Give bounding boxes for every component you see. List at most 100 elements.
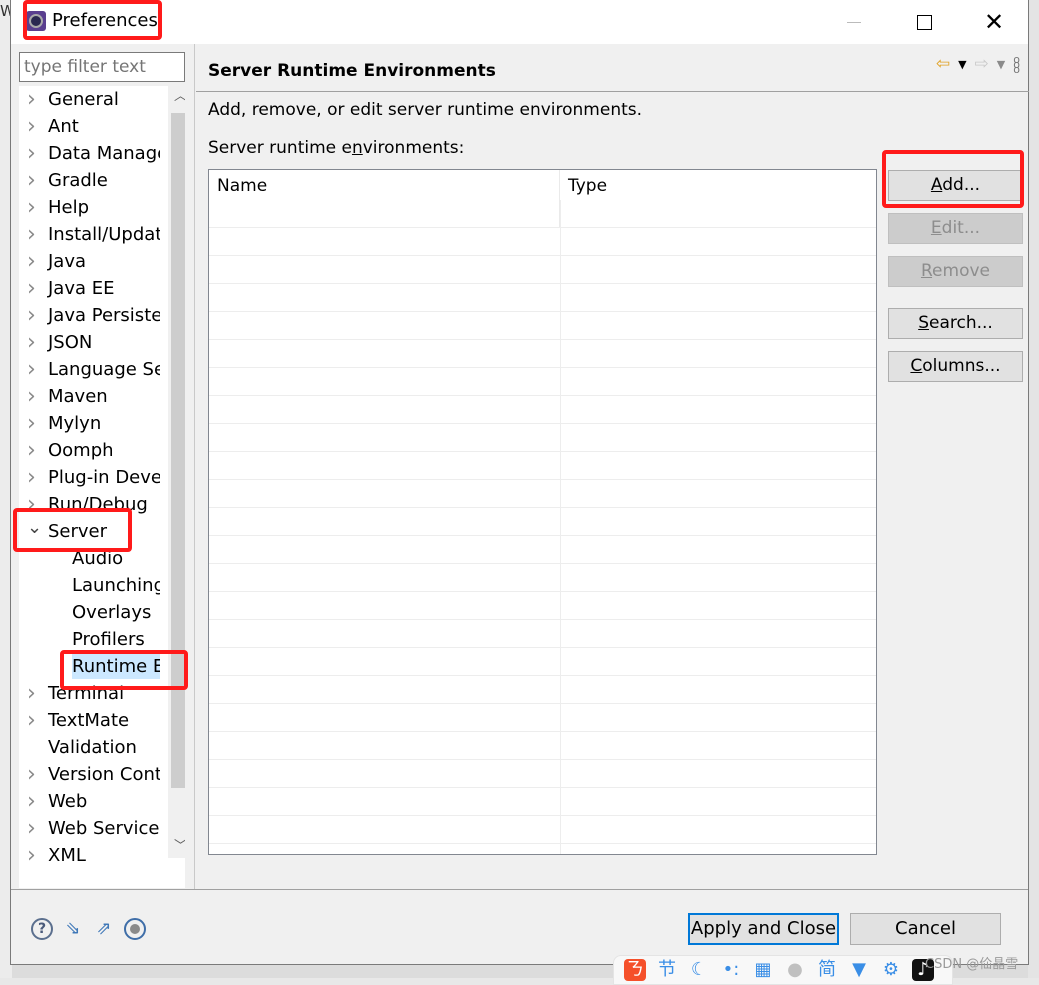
tree-item[interactable]: ›Mylyn xyxy=(19,410,160,437)
tree-item-label: Language Se xyxy=(48,357,160,382)
tree-item[interactable]: ›Web Services xyxy=(19,815,160,842)
button-mnemonic: R xyxy=(921,261,932,281)
forward-dropdown-icon[interactable]: ▼ xyxy=(997,58,1005,71)
tree-item-label: Terminal xyxy=(48,681,124,706)
remove-button[interactable]: Remove xyxy=(888,256,1023,287)
apply-and-close-button[interactable]: Apply and Close xyxy=(688,913,839,945)
forward-arrow-icon[interactable]: ⇨ xyxy=(975,54,989,74)
column-header-name[interactable]: Name xyxy=(209,170,560,228)
maximize-button[interactable] xyxy=(901,0,947,44)
tree-item-label: Data Manage xyxy=(48,141,160,166)
chevron-right-icon[interactable]: › xyxy=(27,491,41,518)
tree-item[interactable]: ›TextMate xyxy=(19,707,160,734)
record-preferences-icon[interactable] xyxy=(124,918,146,940)
minimize-icon xyxy=(847,22,861,23)
chevron-right-icon[interactable]: › xyxy=(27,356,41,383)
tree-item[interactable]: ›Oomph xyxy=(19,437,160,464)
button-label: dd... xyxy=(942,175,980,195)
tree-item[interactable]: ›XML xyxy=(19,842,160,869)
tree-item[interactable]: Overlays xyxy=(19,599,160,626)
tree-item-label: Install/Updat xyxy=(48,222,160,247)
minimize-button[interactable] xyxy=(831,0,877,44)
back-arrow-icon[interactable]: ⇦ xyxy=(936,54,950,74)
tree-item[interactable]: ›General xyxy=(19,86,160,113)
table-label-mnemonic: n xyxy=(352,138,363,158)
chevron-right-icon[interactable]: › xyxy=(27,113,41,140)
tree-item[interactable]: Launching xyxy=(19,572,160,599)
tree-item[interactable]: › Terminal xyxy=(19,680,160,707)
help-icon[interactable]: ? xyxy=(31,918,53,940)
tree-item[interactable]: ›Java Persister xyxy=(19,302,160,329)
scroll-down-icon[interactable]: ﹀ xyxy=(168,836,185,858)
close-button[interactable]: ✕ xyxy=(971,0,1017,44)
tree-item-label: Maven xyxy=(48,384,108,409)
table-row-divider xyxy=(209,787,876,788)
table-row-divider xyxy=(209,451,876,452)
scrollbar-thumb[interactable] xyxy=(171,113,185,788)
chevron-right-icon[interactable]: › xyxy=(27,815,41,842)
scroll-up-icon[interactable]: ︿ xyxy=(168,86,185,108)
chevron-right-icon[interactable]: › xyxy=(27,167,41,194)
tree-item[interactable]: ›Version Cont xyxy=(19,761,160,788)
import-preferences-icon[interactable]: ⇘ xyxy=(62,918,84,940)
add-button[interactable]: Add... xyxy=(888,170,1023,201)
tree-item[interactable]: ›Run/Debug xyxy=(19,491,160,518)
chevron-right-icon[interactable]: › xyxy=(27,275,41,302)
columns-button[interactable]: Columns... xyxy=(888,351,1023,382)
chevron-right-icon[interactable]: › xyxy=(27,329,41,356)
chevron-right-icon[interactable]: › xyxy=(27,707,41,734)
tree-item[interactable]: ›Plug-in Deve xyxy=(19,464,160,491)
page-header: Server Runtime Environments ⇦ ▼ ⇨ ▼ ooo xyxy=(196,44,1029,92)
chevron-right-icon[interactable]: › xyxy=(27,221,41,248)
export-preferences-icon[interactable]: ⇗ xyxy=(93,918,115,940)
view-menu-icon[interactable]: ooo xyxy=(1013,57,1019,72)
tree-item[interactable]: ›Java xyxy=(19,248,160,275)
runtime-environments-table[interactable]: Name Type xyxy=(208,169,877,855)
search-button[interactable]: Search... xyxy=(888,308,1023,339)
chevron-right-icon[interactable]: › xyxy=(27,464,41,491)
cancel-button[interactable]: Cancel xyxy=(850,913,1001,945)
tree-item[interactable]: Runtime E xyxy=(19,653,160,680)
edit-button[interactable]: Edit... xyxy=(888,213,1023,244)
chevron-right-icon[interactable]: › xyxy=(27,437,41,464)
tree-item-label: JSON xyxy=(48,330,92,355)
filter-input[interactable] xyxy=(19,52,185,82)
chevron-right-icon[interactable]: › xyxy=(27,140,41,167)
tree-item[interactable]: ›Ant xyxy=(19,113,160,140)
tree-item[interactable]: ›Java EE xyxy=(19,275,160,302)
table-label: Server runtime environments: xyxy=(208,138,464,158)
chevron-right-icon[interactable]: › xyxy=(27,761,41,788)
button-mnemonic: A xyxy=(931,175,942,195)
tree-item[interactable]: Validation xyxy=(19,734,160,761)
tree-item[interactable]: › Data Manage xyxy=(19,140,160,167)
tree-item[interactable]: ›Web xyxy=(19,788,160,815)
chevron-down-icon[interactable]: ⌄ xyxy=(27,518,41,538)
table-row-divider xyxy=(209,367,876,368)
window-title: Preferences xyxy=(52,10,158,31)
tree-item[interactable]: ›Help xyxy=(19,194,160,221)
chevron-right-icon[interactable]: › xyxy=(27,248,41,275)
chevron-right-icon[interactable]: › xyxy=(27,842,41,869)
tree-item[interactable]: ⌄Server xyxy=(19,518,160,545)
column-header-type[interactable]: Type xyxy=(560,170,876,228)
chevron-right-icon[interactable]: › xyxy=(27,788,41,815)
back-dropdown-icon[interactable]: ▼ xyxy=(958,58,966,71)
tree-item[interactable]: Audio xyxy=(19,545,160,572)
chevron-right-icon[interactable]: › xyxy=(27,410,41,437)
chevron-right-icon[interactable]: › xyxy=(27,680,41,707)
tree-item[interactable]: › Maven xyxy=(19,383,160,410)
title-bar[interactable]: Preferences ✕ xyxy=(11,0,1028,44)
chevron-right-icon[interactable]: › xyxy=(27,86,41,113)
chevron-right-icon[interactable]: › xyxy=(27,383,41,410)
tree-item-label: Runtime E xyxy=(72,654,160,679)
table-row-divider xyxy=(209,619,876,620)
table-row-divider xyxy=(209,339,876,340)
chevron-right-icon[interactable]: › xyxy=(27,302,41,329)
tree-item[interactable]: › JSON xyxy=(19,329,160,356)
tree-item[interactable]: ›Gradle xyxy=(19,167,160,194)
tree-item[interactable]: Profilers xyxy=(19,626,160,653)
tree-item[interactable]: › Install/Updat xyxy=(19,221,160,248)
tree-vertical-scrollbar[interactable]: ︿ ﹀ xyxy=(168,86,185,858)
tree-item[interactable]: › Language Se xyxy=(19,356,160,383)
chevron-right-icon[interactable]: › xyxy=(27,194,41,221)
